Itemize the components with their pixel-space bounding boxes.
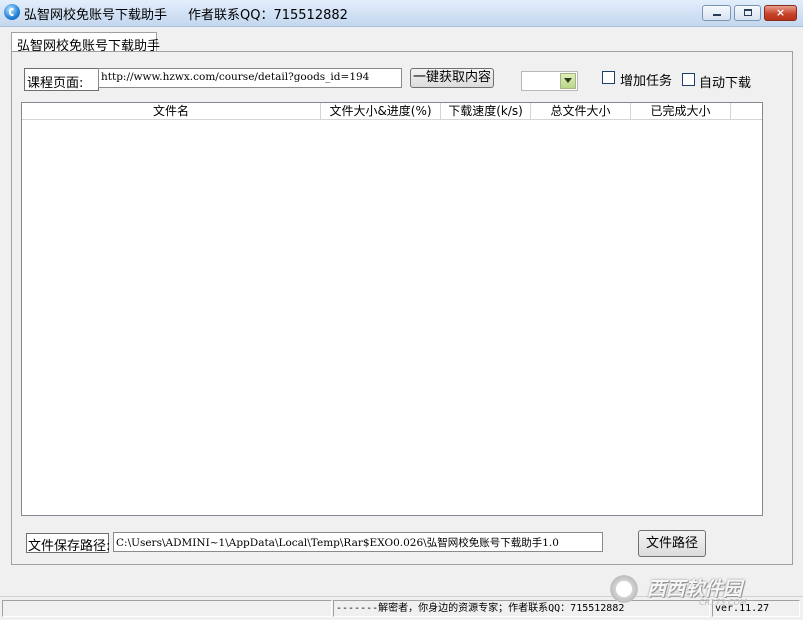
auto-download-label: 自动下载: [699, 76, 752, 91]
column-header-size-progress[interactable]: 文件大小&进度(%): [321, 103, 441, 119]
maximize-icon: [744, 9, 752, 16]
column-header-total-size[interactable]: 总文件大小: [531, 103, 631, 119]
minimize-icon: [713, 14, 721, 16]
option-dropdown[interactable]: [521, 71, 578, 91]
status-pane-left: [2, 600, 332, 617]
add-task-checkbox[interactable]: [602, 71, 615, 84]
fetch-content-button[interactable]: 一键获取内容: [410, 68, 494, 88]
auto-download-checkbox[interactable]: [682, 73, 695, 86]
save-path-label: 文件保存路径:: [26, 533, 110, 554]
column-header-filename[interactable]: 文件名: [22, 103, 321, 119]
title-bar[interactable]: 弘智网校免账号下载助手 作者联系QQ：715512882 ×: [0, 0, 803, 27]
course-url-input[interactable]: http://www.hzwx.com/course/detail?goods_…: [98, 68, 402, 88]
close-button[interactable]: ×: [764, 5, 797, 21]
save-path-input[interactable]: C:\Users\ADMINI~1\AppData\Local\Temp\Rar…: [113, 532, 603, 552]
app-window: 弘智网校免账号下载助手 作者联系QQ：715512882 × 弘智网校免账号下载…: [0, 0, 803, 620]
close-icon: ×: [775, 6, 786, 19]
app-logo-icon: [4, 4, 20, 20]
watermark-logo-icon: [607, 574, 641, 604]
choose-path-button[interactable]: 文件路径: [638, 530, 706, 557]
watermark-url: CR173.COM: [699, 598, 747, 607]
window-title: 弘智网校免账号下载助手: [24, 8, 168, 23]
chevron-down-icon[interactable]: [560, 73, 576, 89]
column-header-speed[interactable]: 下载速度(k/s): [441, 103, 531, 119]
minimize-button[interactable]: [702, 5, 731, 21]
list-header: 文件名 文件大小&进度(%) 下载速度(k/s) 总文件大小 已完成大小: [22, 103, 762, 120]
author-contact: 作者联系QQ：715512882: [188, 8, 348, 23]
maximize-button[interactable]: [734, 5, 761, 21]
site-watermark: 西西软件园 CR173.COM: [607, 572, 797, 608]
download-list[interactable]: 文件名 文件大小&进度(%) 下载速度(k/s) 总文件大小 已完成大小: [21, 102, 763, 516]
tab-main[interactable]: 弘智网校免账号下载助手: [11, 32, 160, 54]
column-header-completed-size[interactable]: 已完成大小: [631, 103, 731, 119]
add-task-label: 增加任务: [620, 74, 673, 89]
column-header-filler: [731, 103, 762, 119]
course-page-label: 课程页面:: [24, 68, 99, 91]
watermark-text: 西西软件园: [647, 578, 743, 600]
